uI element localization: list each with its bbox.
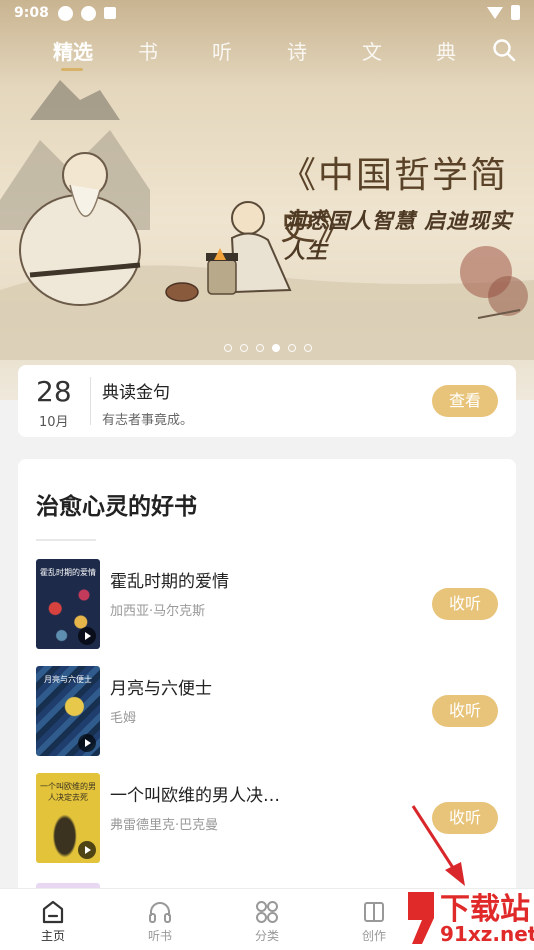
nav-label: 分类 [254, 929, 279, 943]
carousel-dots [224, 344, 312, 352]
app-notification-icon [81, 6, 96, 21]
carousel-dot[interactable] [240, 344, 248, 352]
carousel-dot-active[interactable] [272, 344, 280, 352]
wifi-icon [487, 6, 503, 19]
font-notification-icon [104, 7, 116, 19]
app-notification-icon [58, 6, 73, 21]
nav-audiobooks[interactable]: 听书 [130, 899, 190, 944]
book-title: 霍乱时期的爱情 [110, 572, 229, 592]
book-icon [364, 902, 384, 922]
cover-title: 一个叫欧维的男人决定去死 [40, 782, 96, 802]
carousel-dot[interactable] [256, 344, 264, 352]
quote-title: 典读金句 [102, 383, 170, 403]
carousel-dot[interactable] [288, 344, 296, 352]
book-cover[interactable]: 月亮与六便士 [36, 666, 100, 756]
tab-listen[interactable]: 听 [212, 36, 232, 65]
active-tab-indicator [61, 68, 83, 71]
book-item[interactable]: 霍乱时期的爱情 霍乱时期的爱情 加西亚·马尔克斯 收听 [18, 559, 516, 649]
nav-create[interactable]: 创作 [344, 899, 404, 944]
nav-label: 主页 [40, 929, 65, 943]
daily-quote-card[interactable]: 28 10月 典读金句 有志者事竟成。 查看 [18, 365, 516, 437]
watermark: 下载站 91xz.net [404, 884, 534, 950]
annotation-arrow [411, 805, 465, 886]
book-title: 月亮与六便士 [110, 679, 212, 699]
tab-book[interactable]: 书 [138, 36, 158, 65]
top-nav: 精选 书 听 诗 文 典 [0, 36, 534, 76]
tab-poetry[interactable]: 诗 [287, 36, 307, 65]
book-author: 毛姆 [110, 711, 137, 726]
section-title: 治愈心灵的好书 [36, 494, 197, 520]
battery-icon [511, 5, 520, 20]
search-icon[interactable] [492, 38, 516, 62]
play-icon[interactable] [78, 734, 96, 752]
listen-button[interactable]: 收听 [432, 695, 498, 727]
book-item[interactable]: 月亮与六便士 月亮与六便士 毛姆 收听 [18, 666, 516, 756]
nav-label: 创作 [361, 929, 386, 943]
nav-label: 听书 [147, 929, 172, 943]
view-quote-button[interactable]: 查看 [432, 385, 498, 417]
play-icon[interactable] [78, 841, 96, 859]
carousel-dot[interactable] [224, 344, 232, 352]
divider [90, 377, 91, 425]
notification-icons [58, 6, 116, 21]
listen-button[interactable]: 收听 [432, 588, 498, 620]
book-cover[interactable]: 一个叫欧维的男人决定去死 [36, 773, 100, 863]
status-time: 9:08 [14, 5, 49, 21]
grid-icon [256, 901, 278, 923]
section-divider [36, 539, 96, 541]
cover-title: 月亮与六便士 [44, 675, 92, 684]
headphones-icon [149, 902, 171, 923]
book-author: 加西亚·马尔克斯 [110, 604, 206, 619]
book-cover[interactable]: 霍乱时期的爱情 [36, 559, 100, 649]
nav-categories[interactable]: 分类 [237, 899, 297, 944]
system-icons [487, 5, 520, 20]
nav-home[interactable]: 主页 [23, 899, 83, 944]
carousel-dot[interactable] [304, 344, 312, 352]
status-bar: 9:08 [0, 0, 534, 28]
home-icon [42, 900, 64, 924]
watermark-logo-icon [408, 892, 434, 944]
quote-month: 10月 [39, 415, 69, 430]
hero-banner[interactable]: 9:08 精选 书 听 诗 文 典 《中国哲学简史》 洞悉国人智慧 启迪现实人生 [0, 0, 534, 400]
cover-title: 霍乱时期的爱情 [40, 568, 96, 577]
watermark-url: 91xz.net [440, 922, 534, 946]
book-author: 弗雷德里克·巴克曼 [110, 818, 219, 833]
tab-classics[interactable]: 典 [436, 36, 456, 65]
tab-prose[interactable]: 文 [362, 36, 382, 65]
banner-subtitle: 洞悉国人智慧 启迪现实人生 [284, 209, 513, 263]
quote-text: 有志者事竟成。 [102, 413, 194, 428]
play-icon[interactable] [78, 627, 96, 645]
quote-day: 28 [36, 375, 72, 408]
tab-featured[interactable]: 精选 [53, 36, 93, 65]
book-title: 一个叫欧维的男人决… [110, 786, 280, 806]
